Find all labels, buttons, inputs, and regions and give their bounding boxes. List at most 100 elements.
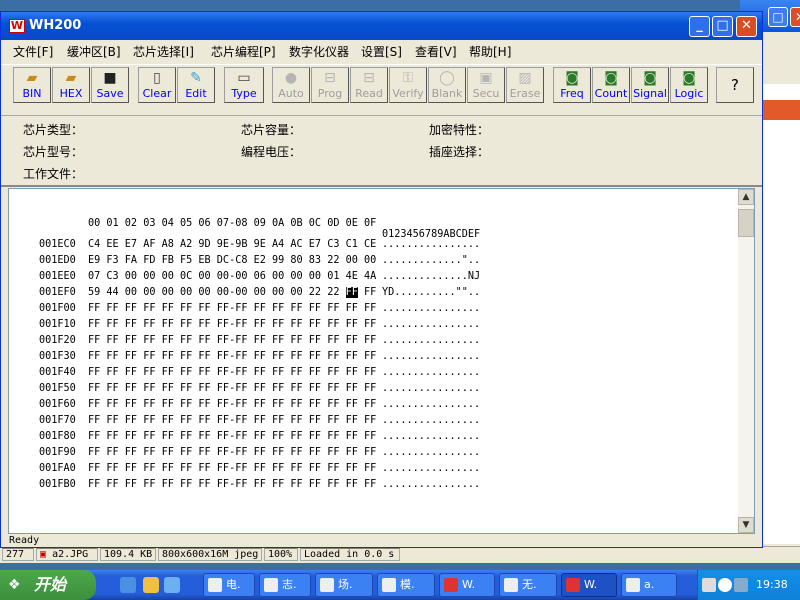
app-icon [208,578,222,592]
app-icon [264,578,278,592]
tray-expand-icon[interactable] [718,578,732,592]
menu-settings[interactable]: 设置[S] [361,43,402,60]
menu-help[interactable]: 帮助[H] [469,43,511,60]
open-folder-icon: ▰ [26,70,38,86]
auto-button[interactable]: ● Auto [272,67,310,103]
background-close-button[interactable]: ✕ [790,7,800,27]
chip-icon: ▭ [237,70,251,86]
keyboard-icon[interactable] [702,578,716,592]
close-button[interactable]: ✕ [736,16,757,37]
taskbar-item[interactable]: 场. [315,573,373,597]
meter-icon: ◙ [682,70,696,86]
help-button[interactable]: ? [716,67,754,103]
background-statusbar: 277 ▣ a2.JPG 109.4 KB 800x600x16M jpeg 1… [0,546,800,563]
window-title: WH200 [29,18,82,33]
type-button[interactable]: ▭ Type [224,67,264,103]
app-icon [444,578,458,592]
toolbar: ▰ BIN ▰ HEX ■ Save ▯ Clear ✎ Edit ▭ Type ● Auto… [1,64,762,116]
socket-label: 插座选择： [429,145,490,159]
bulb-icon: ◯ [439,70,455,86]
background-maximize-button[interactable]: □ [768,7,788,27]
network-icon[interactable] [734,578,748,592]
logic-button[interactable]: ◙ Logic [670,67,708,103]
hex-column-header: 00 01 02 03 04 05 06 07-08 09 0A 0B 0C 0… [88,218,377,229]
app-icon [504,578,518,592]
app-icon [566,578,580,592]
windows-flag-icon: ❖ [8,577,21,593]
secure-button[interactable]: ▣ Secu [467,67,505,103]
erase-button[interactable]: ▨ Erase [506,67,544,103]
taskbar-item[interactable]: 志. [259,573,311,597]
prog-voltage-label: 编程电压： [241,145,302,159]
chip-capacity-label: 芯片容量： [241,123,302,137]
chip-model-label: 芯片型号： [23,145,84,159]
edit-cursor[interactable]: FF [345,287,358,298]
scroll-down-arrow-icon[interactable]: ▼ [738,517,754,533]
clock[interactable]: 19:38 [756,578,788,591]
minimize-button[interactable]: _ [689,16,710,37]
media-player-icon[interactable] [143,577,159,593]
menu-digital-instrument[interactable]: 数字化仪器 [289,43,349,60]
status-text: Ready [9,535,40,546]
clear-button[interactable]: ▯ Clear [138,67,176,103]
taskbar: ❖ 开始 电. 志. 场. 模. W. 无. W. a. 19:38 [0,570,800,600]
bg-status-zoom: 100% [264,548,298,561]
bin-button[interactable]: ▰ BIN [13,67,51,103]
start-button[interactable]: ❖ 开始 [0,570,96,600]
prog-button[interactable]: ⊟ Prog [311,67,349,103]
eraser-icon: ▨ [518,70,532,86]
save-button[interactable]: ■ Save [91,67,129,103]
app-icon [382,578,396,592]
bg-status-filename: ▣ a2.JPG [36,548,98,561]
read-button[interactable]: ⊟ Read [350,67,388,103]
blank-check-button[interactable]: ◯ Blank [428,67,466,103]
count-button[interactable]: ◙ Count [592,67,630,103]
chip-type-label: 芯片类型： [23,123,84,137]
system-tray: 19:38 [697,570,800,600]
freq-button[interactable]: ◙ Freq [553,67,591,103]
menu-chip-program[interactable]: 芯片编程[P] [211,43,276,60]
titlebar[interactable]: W WH200 _ □ ✕ [1,12,762,40]
statusbar: Ready [1,534,762,547]
signal-button[interactable]: ◙ Signal [631,67,669,103]
scroll-thumb[interactable] [738,209,754,237]
key-icon: ⚿ [402,70,414,86]
work-file-label: 工作文件： [23,167,84,181]
maximize-button[interactable]: □ [712,16,733,37]
app-logo-icon[interactable]: W [9,19,25,33]
floppy-icon: ■ [103,70,117,86]
bg-status-dimensions: 800x600x16M jpeg [158,548,262,561]
vertical-scrollbar[interactable]: ▲ ▼ [738,188,755,534]
meter-icon: ◙ [604,70,618,86]
scroll-up-arrow-icon[interactable]: ▲ [738,189,754,205]
menu-file[interactable]: 文件[F] [13,43,53,60]
encryption-label: 加密特性： [429,123,490,137]
taskbar-item[interactable]: 电. [203,573,255,597]
hex-editor[interactable]: 00 01 02 03 04 05 06 07-08 09 0A 0B 0C 0… [8,188,738,534]
help-icon: ? [731,76,739,94]
bg-status-filesize: 109.4 KB [100,548,156,561]
taskbar-item[interactable]: 模. [377,573,435,597]
auto-icon: ● [284,70,298,86]
blank-page-icon: ▯ [153,70,161,86]
read-icon: ⊟ [363,70,375,86]
taskbar-item[interactable]: 无. [499,573,557,597]
verify-button[interactable]: ⚿ Verify [389,67,427,103]
bg-status-loadtime: Loaded in 0.0 s [300,548,400,561]
menubar: 文件[F] 缓冲区[B] 芯片选择[I] 芯片编程[P] 数字化仪器 设置[S]… [1,40,762,62]
ie-icon[interactable] [120,577,136,593]
menu-buffer[interactable]: 缓冲区[B] [67,43,121,60]
taskbar-item-active[interactable]: W. [561,573,617,597]
menu-view[interactable]: 查看[V] [415,43,457,60]
desktop-icon[interactable] [164,577,180,593]
background-accent [760,100,800,120]
edit-button[interactable]: ✎ Edit [177,67,215,103]
app-icon [626,578,640,592]
meter-icon: ◙ [643,70,657,86]
menu-chip-select[interactable]: 芯片选择[I] [133,43,194,60]
taskbar-item[interactable]: W. [439,573,495,597]
taskbar-item[interactable]: a. [621,573,677,597]
lock-icon: ▣ [479,70,493,86]
hex-button[interactable]: ▰ HEX [52,67,90,103]
open-folder-icon: ▰ [65,70,77,86]
